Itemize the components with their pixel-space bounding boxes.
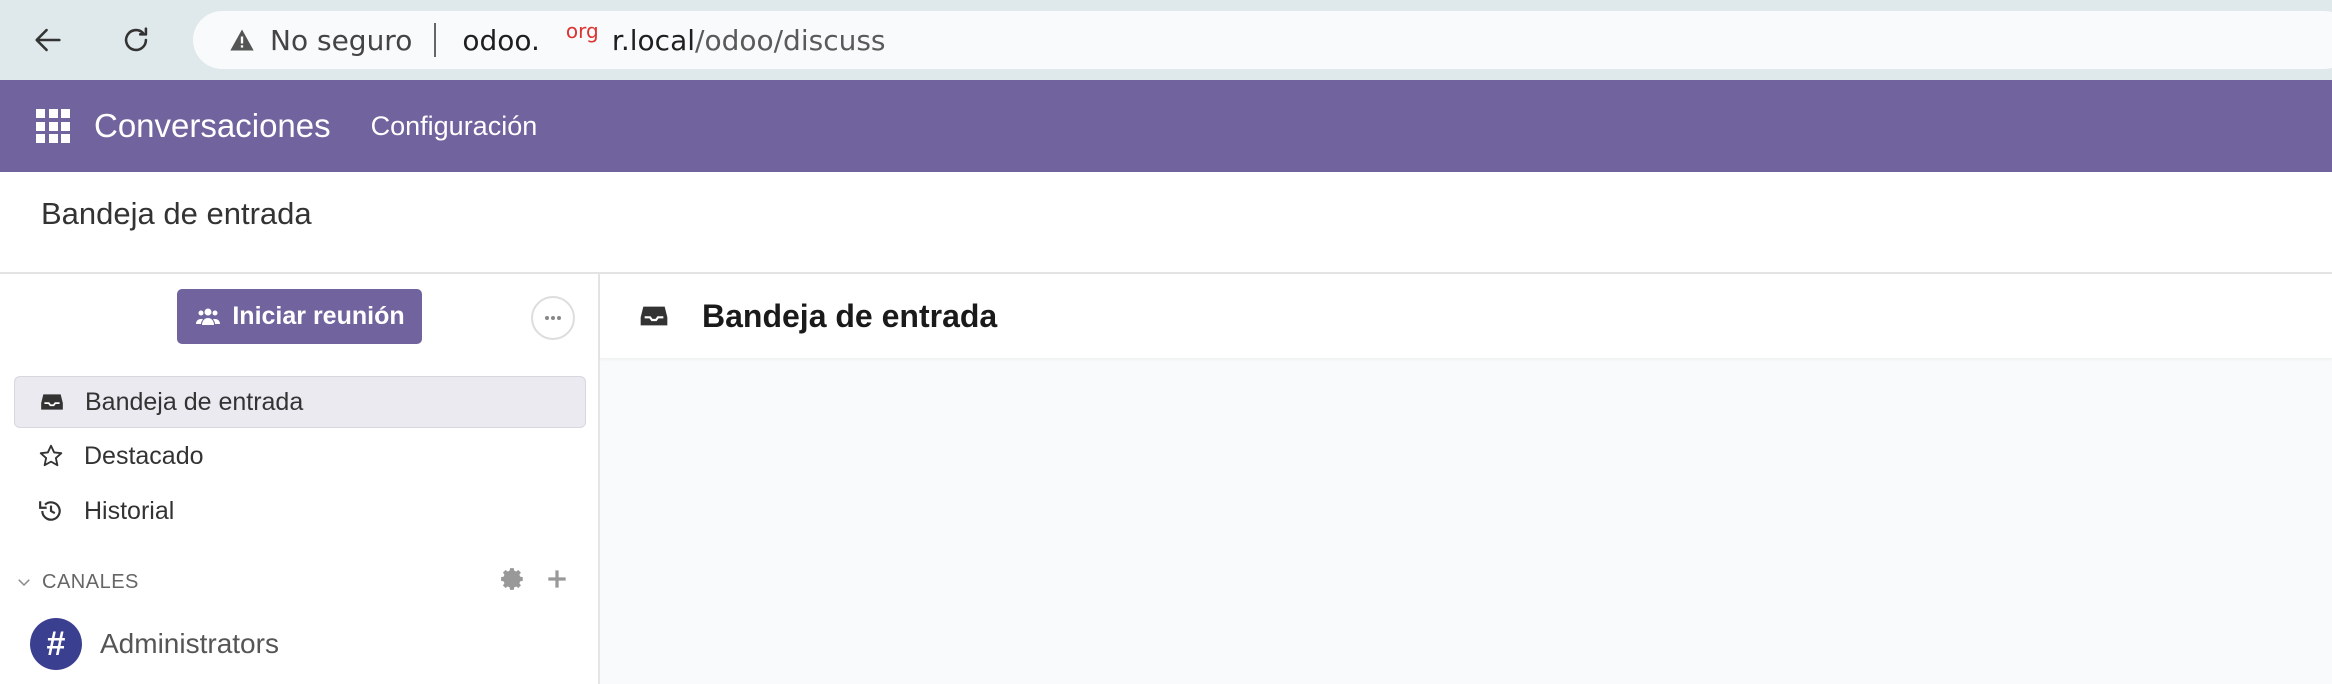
history-icon bbox=[36, 496, 66, 526]
thread-panel: Bandeja de entrada bbox=[600, 274, 2332, 684]
warning-icon[interactable] bbox=[228, 25, 258, 55]
url-divider bbox=[434, 23, 437, 57]
start-meeting-label: Iniciar reunión bbox=[232, 302, 405, 330]
inbox-icon bbox=[638, 299, 672, 333]
back-button[interactable] bbox=[28, 20, 68, 60]
app-navbar: Conversaciones Configuración bbox=[0, 80, 2332, 172]
url-text[interactable]: odoo. org r.local /odoo/discuss bbox=[462, 19, 886, 57]
sidebar-item-label: Historial bbox=[84, 496, 175, 525]
channel-name: Administrators bbox=[100, 628, 279, 659]
redacted-host-label: org bbox=[565, 19, 599, 43]
control-panel: Bandeja de entrada bbox=[0, 172, 2332, 274]
ellipsis-icon bbox=[545, 316, 561, 320]
channel-item-administrators[interactable]: # Administrators bbox=[30, 616, 279, 672]
app-title[interactable]: Conversaciones bbox=[94, 107, 331, 145]
security-label[interactable]: No seguro bbox=[270, 24, 412, 57]
inbox-icon bbox=[37, 387, 67, 417]
gear-icon[interactable] bbox=[500, 566, 526, 597]
reload-button[interactable] bbox=[116, 20, 156, 60]
reload-icon bbox=[124, 27, 148, 52]
thread-header: Bandeja de entrada bbox=[600, 274, 2332, 358]
discuss-sidebar: Iniciar reunión Bandeja de entrada Desta… bbox=[0, 274, 600, 684]
plus-icon[interactable] bbox=[544, 566, 570, 597]
more-options-button[interactable] bbox=[531, 296, 575, 340]
breadcrumb: Bandeja de entrada bbox=[41, 196, 312, 231]
back-arrow-icon bbox=[35, 28, 61, 52]
sidebar-item-inbox[interactable]: Bandeja de entrada bbox=[14, 376, 586, 428]
sidebar-item-history[interactable]: Historial bbox=[14, 486, 584, 536]
chevron-down-icon[interactable] bbox=[14, 573, 34, 591]
menu-configuration[interactable]: Configuración bbox=[371, 111, 538, 142]
channels-label[interactable]: CANALES bbox=[42, 571, 139, 594]
thread-title: Bandeja de entrada bbox=[702, 297, 998, 334]
sidebar-item-label: Destacado bbox=[84, 441, 204, 470]
browser-toolbar: No seguro odoo. org r.local /odoo/discus… bbox=[0, 0, 2332, 80]
url-host-end: r.local bbox=[611, 23, 696, 57]
hashtag-icon: # bbox=[30, 618, 82, 670]
redacted-host: org bbox=[539, 19, 612, 55]
users-icon bbox=[196, 308, 221, 325]
apps-menu-icon[interactable] bbox=[36, 109, 70, 143]
sidebar-item-label: Bandeja de entrada bbox=[85, 387, 304, 416]
url-path: /odoo/discuss bbox=[695, 23, 886, 57]
star-icon bbox=[36, 441, 66, 471]
url-host-start: odoo. bbox=[462, 23, 540, 57]
sidebar-item-starred[interactable]: Destacado bbox=[14, 431, 584, 481]
start-meeting-button[interactable]: Iniciar reunión bbox=[177, 289, 422, 344]
channels-section-header: CANALES bbox=[14, 564, 584, 600]
address-bar[interactable]: No seguro odoo. org r.local /odoo/discus… bbox=[193, 11, 2332, 69]
